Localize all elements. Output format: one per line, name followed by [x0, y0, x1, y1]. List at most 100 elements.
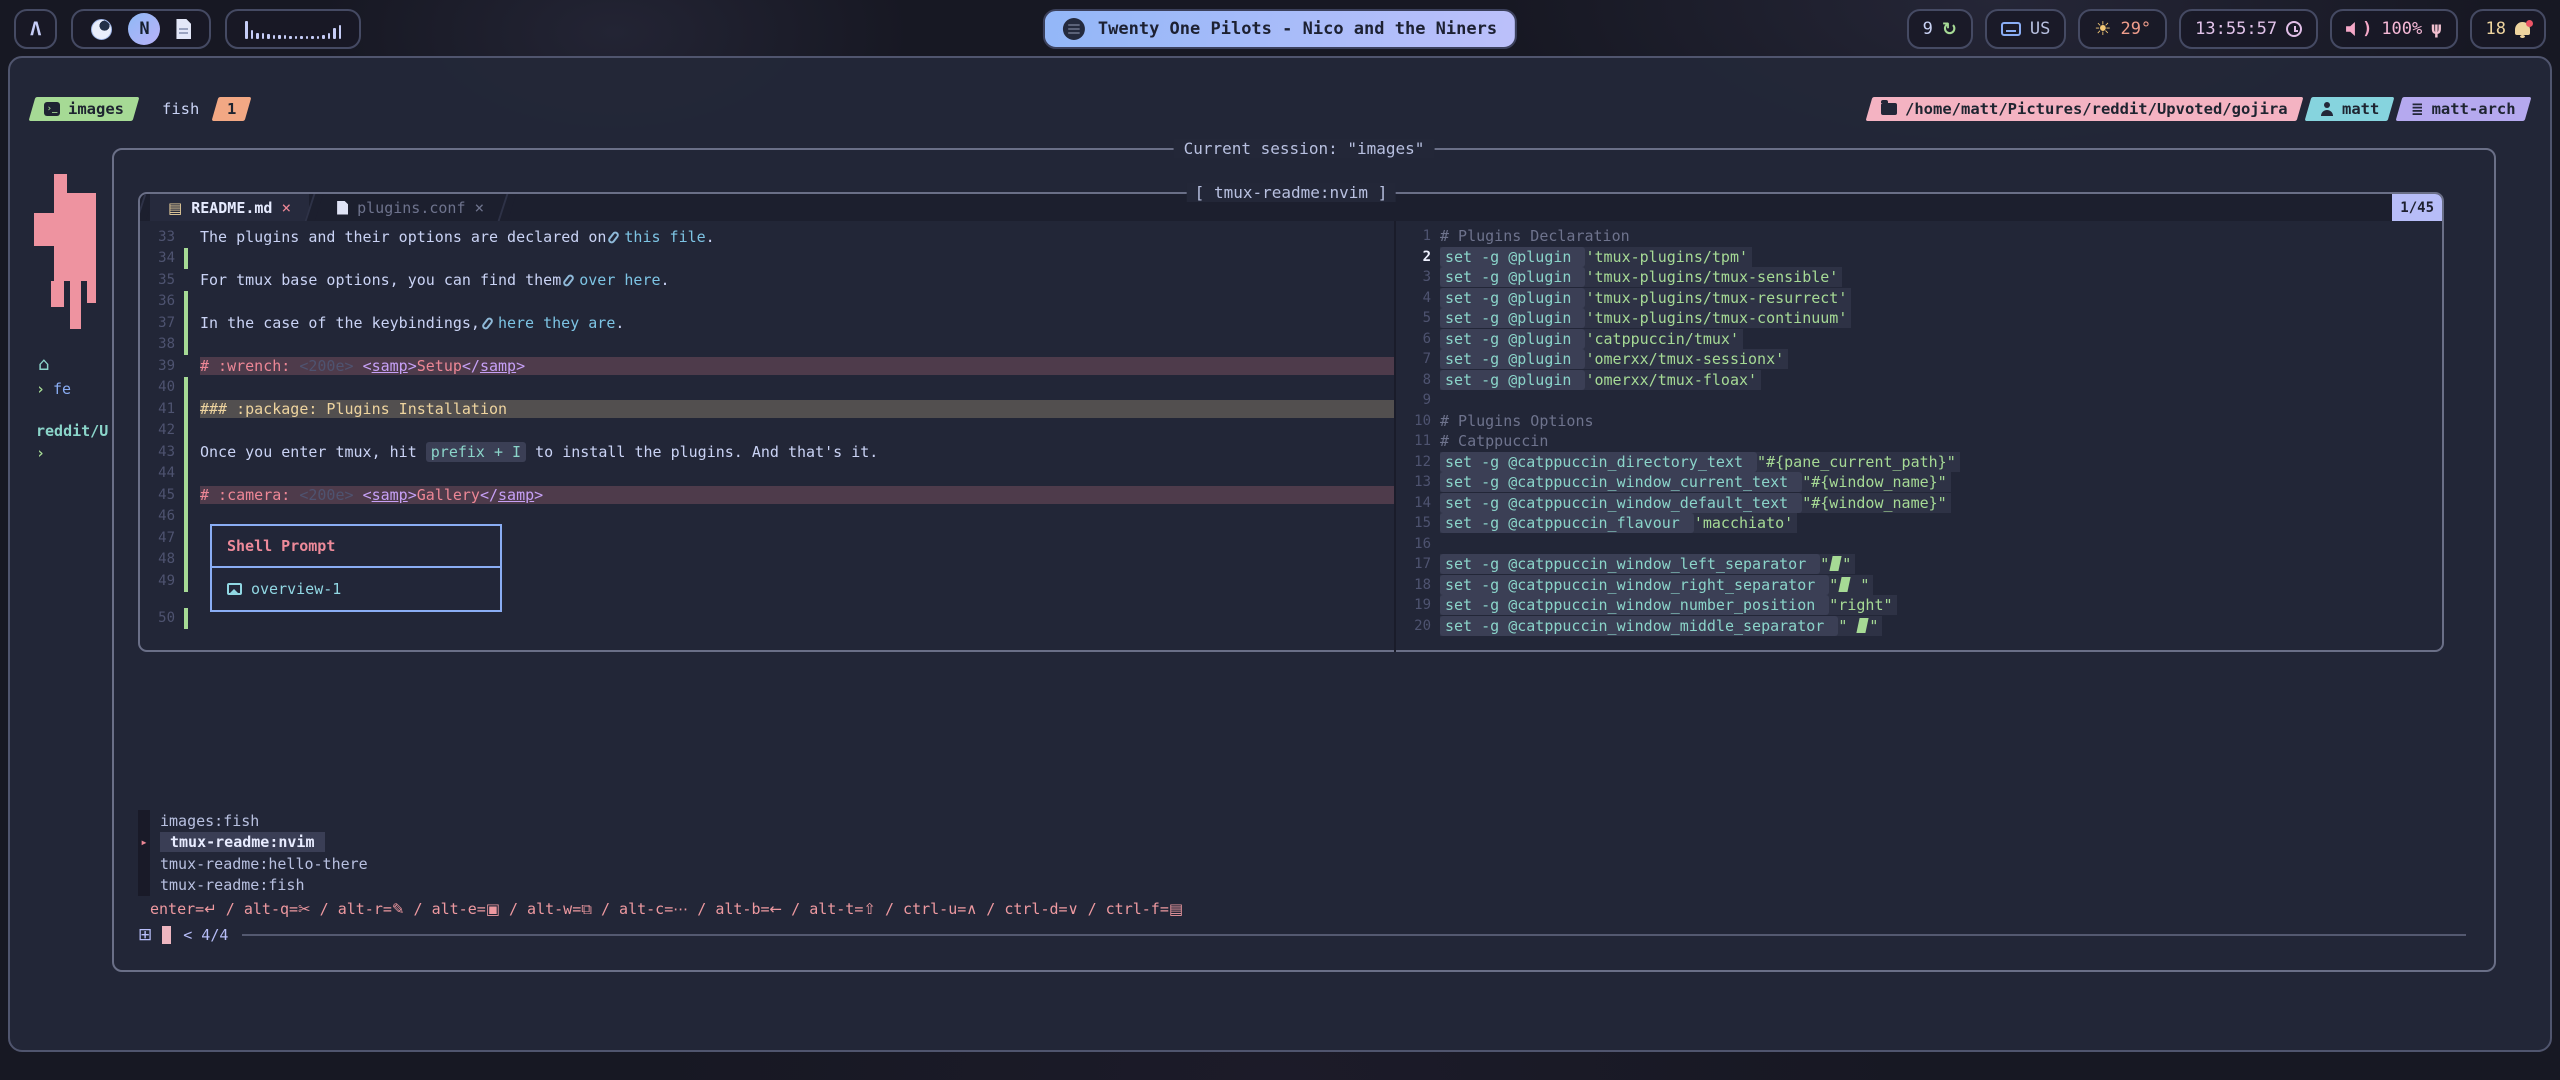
- editor-line[interactable]: 38: [140, 334, 1394, 356]
- visualizer-bar: [306, 36, 309, 39]
- config-line[interactable]: 12set -g @catppuccin_directory_text "#{p…: [1396, 452, 2442, 473]
- tmux-window-name[interactable]: fish: [162, 100, 199, 118]
- config-line[interactable]: 1# Plugins Declaration: [1396, 226, 2442, 247]
- editor-line[interactable]: 39# :wrench: <200e> <samp>Setup</samp>: [140, 355, 1394, 377]
- powerline-separator-glyph: [1857, 618, 1869, 633]
- keybind-hints: enter=↵ / alt-q=✂ / alt-r=✎ / alt-e=▣ / …: [138, 900, 2470, 918]
- text-token: set -g @plugin: [1440, 329, 1585, 349]
- line-content: set -g @plugin 'omerxx/tmux-sessionx': [1440, 349, 2442, 369]
- config-line[interactable]: 18set -g @catppuccin_window_right_separa…: [1396, 575, 2442, 596]
- keyboard-layout-widget[interactable]: US: [1985, 9, 2066, 49]
- tab-readme[interactable]: ▤ README.md ×: [150, 194, 309, 221]
- markdown-link[interactable]: here they are: [498, 314, 615, 332]
- text-token: <: [363, 357, 372, 375]
- line-content: # Catppuccin: [1440, 432, 2442, 450]
- fzf-prompt-line[interactable]: ⊞ < 4/4: [138, 925, 2470, 945]
- tmux-window-index[interactable]: 1: [212, 97, 252, 121]
- editor-line[interactable]: 34: [140, 248, 1394, 270]
- line-content: ### :package: Plugins Installation: [200, 400, 1394, 418]
- config-line[interactable]: 6set -g @plugin 'catppuccin/tmux': [1396, 329, 2442, 350]
- tab-plugins-conf[interactable]: plugins.conf ×: [319, 194, 502, 221]
- clock-widget[interactable]: 13:55:57: [2179, 9, 2318, 49]
- line-content: set -g @plugin 'tmux-plugins/tmux-contin…: [1440, 308, 2442, 328]
- neovim-icon[interactable]: N: [128, 13, 160, 45]
- weather-widget[interactable]: ☀ 29°: [2078, 9, 2167, 49]
- config-line[interactable]: 17set -g @catppuccin_window_left_separat…: [1396, 554, 2442, 575]
- hint-separator: /: [977, 900, 1004, 918]
- config-line[interactable]: 11# Catppuccin: [1396, 431, 2442, 452]
- editor-line[interactable]: 44: [140, 463, 1394, 485]
- session-item[interactable]: images:fish: [138, 810, 2470, 832]
- config-line[interactable]: 9: [1396, 390, 2442, 411]
- text-token: prefix + I: [426, 442, 526, 462]
- config-line[interactable]: 13set -g @catppuccin_window_current_text…: [1396, 472, 2442, 493]
- text-token: samp: [372, 357, 408, 375]
- config-line[interactable]: 4set -g @plugin 'tmux-plugins/tmux-resur…: [1396, 288, 2442, 309]
- config-line[interactable]: 8set -g @plugin 'omerxx/tmux-floax': [1396, 370, 2442, 391]
- tmux-config-pane[interactable]: 1# Plugins Declaration2set -g @plugin 't…: [1396, 221, 2442, 652]
- line-content: For tmux base options, you can find them…: [200, 271, 1394, 289]
- text-token: "#{window_name}": [1802, 473, 1947, 491]
- document-app-icon[interactable]: [176, 19, 191, 39]
- config-line[interactable]: 5set -g @plugin 'tmux-plugins/tmux-conti…: [1396, 308, 2442, 329]
- config-line[interactable]: 20set -g @catppuccin_window_middle_separ…: [1396, 616, 2442, 637]
- volume-widget[interactable]: ) 100% ψ: [2330, 9, 2457, 49]
- keybind-hint: ctrl-f=▤: [1106, 900, 1183, 918]
- editor-line[interactable]: 43Once you enter tmux, hit prefix + I to…: [140, 441, 1394, 463]
- notifications-widget[interactable]: 18: [2470, 9, 2546, 49]
- tmux-session-segment[interactable]: ›_images: [29, 97, 140, 121]
- nvim-editor: 33The plugins and their options are decl…: [140, 221, 2442, 652]
- config-line[interactable]: 3set -g @plugin 'tmux-plugins/tmux-sensi…: [1396, 267, 2442, 288]
- config-line[interactable]: 10# Plugins Options: [1396, 411, 2442, 432]
- editor-line[interactable]: 35 For tmux base options, you can find th…: [140, 269, 1394, 291]
- launcher-button[interactable]: Λ: [14, 9, 57, 49]
- terminal-window: ›_images fish 1 /home/matt/Pictures/redd…: [8, 56, 2552, 1052]
- config-line[interactable]: 15set -g @catppuccin_flavour 'macchiato': [1396, 513, 2442, 534]
- line-content: set -g @catppuccin_window_default_text "…: [1440, 493, 2442, 513]
- line-number: 20: [1396, 618, 1440, 634]
- table-cell[interactable]: overview-1: [212, 568, 500, 610]
- line-number: 36: [140, 293, 184, 309]
- buffer-indicator: 1/45: [2392, 194, 2442, 221]
- current-path: /home/matt/Pictures/reddit/Upvoted/gojir…: [1905, 100, 2288, 118]
- paperclip-icon: [481, 316, 495, 331]
- session-item[interactable]: tmux-readme:hello-there: [138, 853, 2470, 875]
- text-token: set -g @plugin: [1440, 288, 1585, 308]
- line-number: 35: [140, 272, 184, 288]
- config-line[interactable]: 16: [1396, 534, 2442, 555]
- git-sign: [184, 420, 188, 442]
- config-line[interactable]: 14set -g @catppuccin_window_default_text…: [1396, 493, 2442, 514]
- editor-line[interactable]: 41### :package: Plugins Installation: [140, 398, 1394, 420]
- editor-line[interactable]: 36: [140, 291, 1394, 313]
- editor-line[interactable]: 42: [140, 420, 1394, 442]
- editor-line[interactable]: 40: [140, 377, 1394, 399]
- now-playing-widget[interactable]: Twenty One Pilots - Nico and the Niners: [1043, 9, 1517, 49]
- markdown-link[interactable]: over here: [579, 271, 660, 289]
- text-token: ": [1842, 555, 1851, 573]
- editor-line[interactable]: 33The plugins and their options are decl…: [140, 226, 1394, 248]
- line-number: 46: [140, 508, 184, 524]
- refresh-icon: ↻: [1942, 19, 1957, 40]
- text-token: set -g @plugin: [1440, 349, 1585, 369]
- readme-pane[interactable]: 33The plugins and their options are decl…: [140, 221, 1394, 652]
- image-icon: [227, 583, 242, 595]
- visualizer-bar: [245, 21, 248, 39]
- markdown-link[interactable]: this file: [624, 228, 705, 246]
- close-icon[interactable]: ×: [281, 198, 291, 217]
- line-number: 4: [1396, 290, 1440, 306]
- config-line[interactable]: 19set -g @catppuccin_window_number_posit…: [1396, 595, 2442, 616]
- alt-c-action-icon: ⋯: [673, 900, 688, 918]
- updates-widget[interactable]: 9 ↻: [1907, 9, 1973, 49]
- close-icon[interactable]: ×: [474, 198, 484, 217]
- editor-line[interactable]: 37In the case of the keybindings,here th…: [140, 312, 1394, 334]
- session-item[interactable]: tmux-readme:fish: [138, 875, 2470, 897]
- visualizer-bar: [317, 36, 320, 39]
- text-cursor: [162, 926, 171, 944]
- line-number: 19: [1396, 597, 1440, 613]
- config-line[interactable]: 2set -g @plugin 'tmux-plugins/tpm': [1396, 247, 2442, 268]
- browser-icon[interactable]: [91, 19, 112, 40]
- editor-line[interactable]: 45# :camera: <200e> <samp>Gallery</samp>: [140, 484, 1394, 506]
- session-item[interactable]: ▸tmux-readme:nvim: [138, 832, 2470, 854]
- config-line[interactable]: 7set -g @plugin 'omerxx/tmux-sessionx': [1396, 349, 2442, 370]
- line-number: 16: [1396, 536, 1440, 552]
